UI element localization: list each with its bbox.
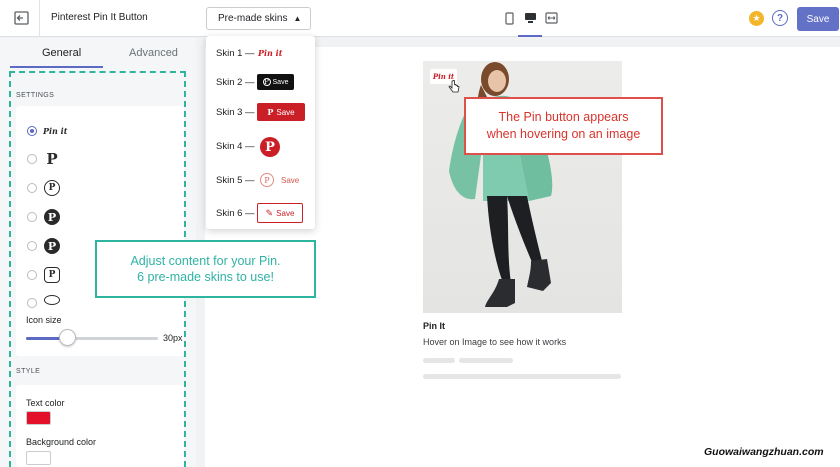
mobile-view-button[interactable] — [502, 11, 516, 25]
skin-3-save-label: Save — [276, 107, 295, 117]
skin-menu-item-3[interactable]: Skin 3 — — [216, 107, 255, 118]
skeleton-line — [423, 374, 621, 379]
pin-card-description: Hover on Image to see how it works — [423, 337, 567, 347]
expand-icon — [544, 12, 558, 24]
premade-skins-button[interactable]: Pre-made skins ▲ — [206, 7, 311, 30]
top-bar: Pinterest Pin It Button Pre-made skins ▲… — [0, 0, 840, 37]
premade-skins-label: Pre-made skins — [218, 13, 288, 24]
skin-menu-item-5[interactable]: Skin 5 — — [216, 175, 255, 186]
caret-up-icon: ▲ — [293, 14, 302, 23]
adjust-line-2: 6 pre-made skins to use! — [137, 270, 274, 284]
save-button[interactable]: Save — [797, 7, 839, 31]
mobile-icon — [504, 11, 514, 25]
active-tab-indicator — [10, 66, 103, 68]
skin-4-preview[interactable]: P — [260, 137, 280, 157]
skin-3-preview[interactable]: P Save — [257, 103, 305, 121]
pin-hover-line-1: The Pin button appears — [498, 110, 629, 124]
active-view-indicator — [518, 35, 542, 37]
fullscreen-view-button[interactable] — [544, 11, 558, 25]
skin-menu-item-1[interactable]: Skin 1 — — [216, 48, 255, 59]
skin-menu-item-4[interactable]: Skin 4 — — [216, 141, 255, 152]
adjust-line-1: Adjust content for your Pin. — [130, 254, 281, 268]
skin-6-preview[interactable]: ✎ Save — [257, 203, 303, 223]
pinterest-ring-icon: P — [260, 173, 274, 187]
skeleton-line — [459, 358, 513, 363]
tab-advanced[interactable]: Advanced — [129, 47, 178, 59]
app-title: Pinterest Pin It Button — [51, 12, 148, 23]
tab-general[interactable]: General — [42, 47, 81, 59]
pinterest-icon: P — [262, 78, 271, 86]
desktop-icon — [524, 13, 536, 23]
skin-2-save-label: Save — [272, 78, 289, 86]
skin-1-preview[interactable]: Pin it — [258, 48, 282, 58]
skin-menu-item-2[interactable]: Skin 2 — — [216, 77, 255, 88]
pushpin-icon: ✎ — [265, 207, 274, 218]
star-icon[interactable]: ★ — [749, 11, 764, 26]
hand-cursor-icon — [448, 79, 460, 99]
pin-hover-line-2: when hovering on an image — [486, 127, 641, 141]
skin-2-preview[interactable]: P Save — [257, 74, 294, 90]
skin-6-save-label: Save — [276, 208, 295, 218]
skin-5-save-label: Save — [281, 175, 300, 185]
watermark: Guowaiwangzhuan.com — [704, 446, 824, 458]
divider — [39, 0, 40, 37]
pin-card-title: Pin It — [423, 321, 445, 331]
desktop-view-button[interactable] — [523, 11, 537, 25]
exit-icon — [14, 11, 29, 25]
adjust-content-callout: Adjust content for your Pin. 6 pre-made … — [95, 240, 316, 298]
back-button[interactable] — [11, 8, 33, 28]
premade-skins-menu — [206, 36, 315, 229]
help-icon[interactable]: ? — [772, 10, 788, 26]
skeleton-line — [423, 358, 455, 363]
skin-5-preview[interactable]: P Save — [260, 173, 299, 187]
pin-hover-callout: The Pin button appears when hovering on … — [464, 97, 663, 155]
pinterest-icon: P — [267, 107, 274, 117]
skin-menu-item-6[interactable]: Skin 6 — — [216, 208, 255, 219]
